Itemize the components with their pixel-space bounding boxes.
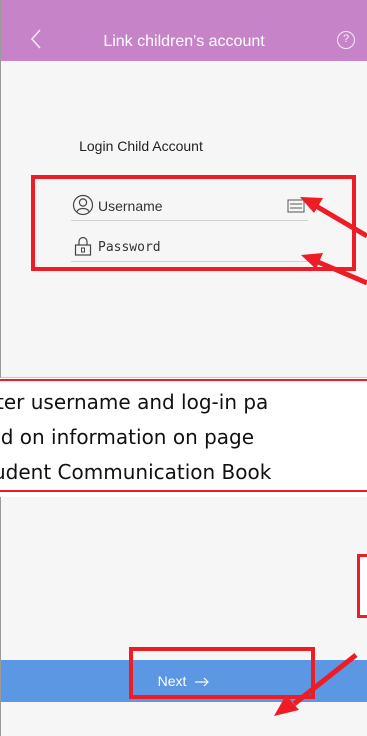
keyboard-icon[interactable] bbox=[287, 199, 305, 213]
highlight-box-next bbox=[129, 647, 315, 699]
username-field[interactable]: Username bbox=[71, 191, 308, 221]
caption-line-3: udent Communication Book bbox=[0, 460, 272, 484]
help-glyph: ? bbox=[342, 33, 350, 45]
app-bar: Link children's account ? bbox=[1, 0, 367, 61]
bottom-screenshot: Next bbox=[0, 497, 367, 736]
caption-line-2: sed on information on page bbox=[0, 425, 255, 449]
lock-icon bbox=[74, 236, 92, 256]
login-heading: Login Child Account bbox=[79, 138, 203, 154]
password-placeholder: Password bbox=[98, 240, 161, 255]
help-circle-icon[interactable]: ? bbox=[337, 31, 355, 49]
callout-box bbox=[357, 554, 367, 618]
instruction-caption: ter username and log-in pa sed on inform… bbox=[0, 379, 367, 492]
user-icon bbox=[72, 194, 94, 216]
username-placeholder: Username bbox=[98, 198, 163, 214]
top-screenshot: Link children's account ? Login Child Ac… bbox=[0, 0, 367, 378]
password-field[interactable]: Password bbox=[71, 232, 308, 262]
caption-line-1: ter username and log-in pa bbox=[0, 390, 269, 414]
page-title: Link children's account bbox=[103, 33, 265, 50]
